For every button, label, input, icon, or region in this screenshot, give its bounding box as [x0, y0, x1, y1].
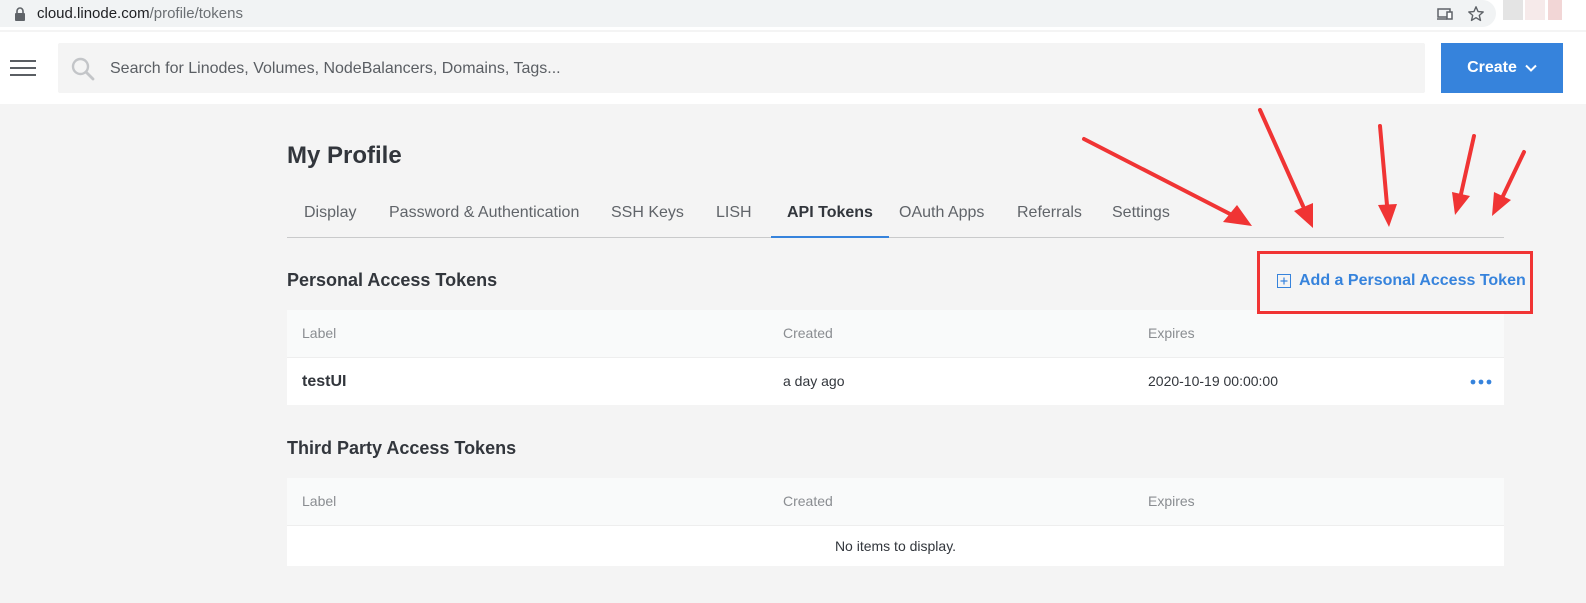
tab-oauth-apps[interactable]: OAuth Apps — [899, 190, 984, 237]
table-header: Label Created Expires — [287, 478, 1504, 526]
column-header-expires[interactable]: Expires — [1148, 310, 1195, 357]
search-bar[interactable] — [58, 43, 1425, 95]
app-topbar: Create — [0, 32, 1586, 104]
column-header-expires[interactable]: Expires — [1148, 478, 1195, 525]
tab-lish[interactable]: LISH — [716, 190, 752, 237]
column-header-label[interactable]: Label — [302, 478, 336, 525]
table-header: Label Created Expires — [287, 310, 1504, 358]
browser-corner-decoration — [1503, 0, 1523, 20]
third-party-tokens-heading: Third Party Access Tokens — [287, 438, 517, 458]
token-created: a day ago — [783, 373, 845, 389]
lock-icon — [15, 7, 25, 21]
create-button-label: Create — [1467, 59, 1517, 76]
tab-settings[interactable]: Settings — [1112, 190, 1170, 237]
url-path: /profile/tokens — [149, 5, 243, 22]
annotation-arrow — [1459, 134, 1476, 196]
browser-corner-decoration — [1525, 0, 1545, 20]
token-expires: 2020-10-19 00:00:00 — [1148, 373, 1278, 389]
tab-ssh-keys[interactable]: SSH Keys — [611, 190, 684, 237]
url-host: cloud.linode.com — [37, 5, 150, 22]
tab-display[interactable]: Display — [304, 190, 356, 237]
url-text: cloud.linode.com/profile/tokens — [37, 5, 243, 22]
personal-tokens-heading: Personal Access Tokens — [287, 270, 498, 290]
add-personal-token-label: Add a Personal Access Token — [1299, 272, 1526, 289]
hamburger-icon[interactable] — [10, 60, 36, 80]
add-personal-token-button[interactable]: Add a Personal Access Token — [1277, 272, 1526, 290]
column-header-created[interactable]: Created — [783, 478, 833, 525]
chevron-down-icon — [1525, 64, 1537, 72]
tab-referrals[interactable]: Referrals — [1017, 190, 1082, 237]
table-row: testUI a day ago 2020-10-19 00:00:00 — [287, 358, 1504, 405]
tab-password-authentication[interactable]: Password & Authentication — [389, 190, 579, 237]
address-bar[interactable]: cloud.linode.com/profile/tokens — [0, 0, 1496, 27]
column-header-created[interactable]: Created — [783, 310, 833, 357]
empty-state-text: No items to display. — [834, 538, 957, 554]
profile-tabs: Display Password & Authentication SSH Ke… — [287, 190, 1504, 238]
third-party-tokens-table: Label Created Expires No items to displa… — [287, 478, 1504, 566]
cast-icon[interactable] — [1436, 5, 1454, 23]
token-label: testUI — [302, 373, 347, 390]
browser-corner-decoration — [1548, 0, 1562, 20]
tab-api-tokens[interactable]: API Tokens — [771, 190, 889, 238]
plus-square-icon — [1277, 274, 1291, 288]
page-title: My Profile — [287, 142, 402, 169]
annotation-arrow — [1501, 150, 1526, 198]
personal-tokens-table: Label Created Expires testUI a day ago 2… — [287, 310, 1504, 405]
create-button[interactable]: Create — [1441, 43, 1563, 93]
browser-bar: cloud.linode.com/profile/tokens — [0, 0, 1586, 30]
star-icon[interactable] — [1467, 5, 1485, 23]
search-input[interactable] — [108, 43, 1412, 95]
more-actions-icon[interactable] — [1470, 378, 1492, 386]
table-row-empty: No items to display. — [287, 526, 1504, 566]
search-icon — [71, 57, 95, 81]
column-header-label[interactable]: Label — [302, 310, 336, 357]
